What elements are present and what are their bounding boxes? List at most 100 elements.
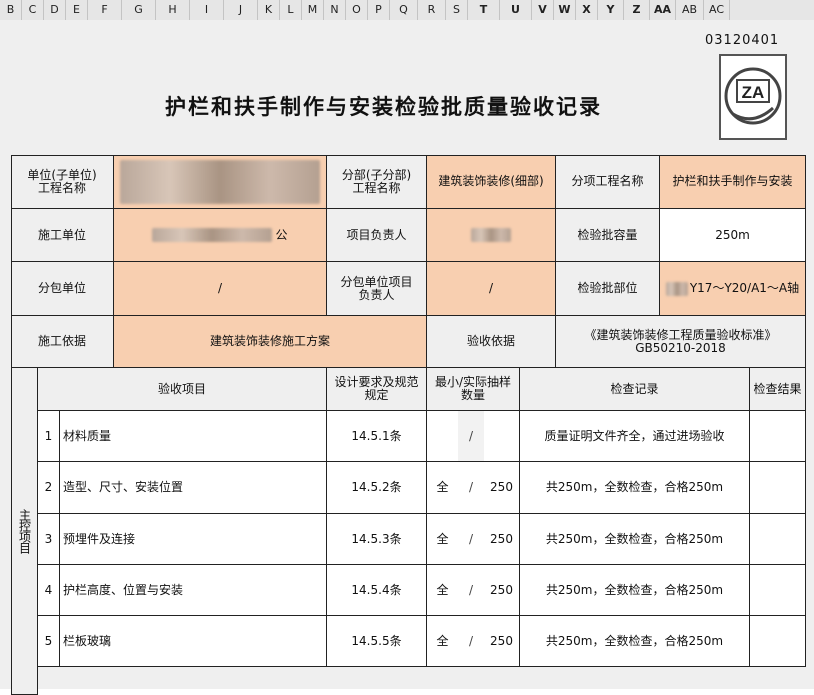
items-header-design: 设计要求及规范规定	[327, 368, 427, 411]
item-actual-sample[interactable]: 250	[484, 462, 520, 514]
batch-capacity-label: 检验批容量	[556, 209, 660, 262]
item-sample-slash: /	[458, 514, 484, 565]
item-record[interactable]: 共250m，全数检查，合格250m	[520, 462, 750, 514]
items-header-sample: 最小/实际抽样数量	[427, 368, 520, 411]
column-header-m[interactable]: M	[302, 0, 324, 20]
items-header-result: 检查结果	[750, 368, 806, 411]
item-actual-sample[interactable]: 250	[484, 616, 520, 667]
column-header-ac[interactable]: AC	[704, 0, 730, 20]
division-label: 分部(子分部) 工程名称	[327, 155, 427, 209]
column-header-j[interactable]: J	[224, 0, 258, 20]
column-header-d[interactable]: D	[44, 0, 66, 20]
column-header-w[interactable]: W	[554, 0, 576, 20]
item-number: 5	[38, 616, 60, 667]
column-header-p[interactable]: P	[368, 0, 390, 20]
item-name: 预埋件及连接	[60, 514, 327, 565]
item-clause: 14.5.5条	[327, 616, 427, 667]
construction-basis-label: 施工依据	[11, 316, 114, 368]
acceptance-basis-value[interactable]: 《建筑装饰装修工程质量验收标准》GB50210-2018	[556, 316, 806, 368]
item-sample-slash: /	[458, 616, 484, 667]
column-header-o[interactable]: O	[346, 0, 368, 20]
column-header-bar: B C D E F G H I J K L M N O P Q R S T U V W X Y Z AA AB AC	[0, 0, 814, 21]
item-result[interactable]	[750, 514, 806, 565]
item-name: 栏板玻璃	[60, 616, 327, 667]
column-header-c[interactable]: C	[22, 0, 44, 20]
subcontractor-value[interactable]: /	[114, 262, 327, 316]
form-code: 03120401	[705, 33, 780, 48]
item-name: 材料质量	[60, 411, 327, 462]
item-record[interactable]: 共250m，全数检查，合格250m	[520, 514, 750, 565]
item-result[interactable]	[750, 616, 806, 667]
column-header-s[interactable]: S	[446, 0, 468, 20]
item-record[interactable]: 共250m，全数检查，合格250m	[520, 616, 750, 667]
svg-text:ZA: ZA	[742, 83, 765, 102]
item-actual-sample[interactable]: 250	[484, 565, 520, 616]
item-number: 1	[38, 411, 60, 462]
column-header-x[interactable]: X	[576, 0, 598, 20]
unit-project-label: 单位(子单位) 工程名称	[11, 155, 114, 209]
project-manager-value[interactable]	[427, 209, 556, 262]
item-number: 4	[38, 565, 60, 616]
column-header-y[interactable]: Y	[598, 0, 624, 20]
main-control-label: 主控项目	[11, 368, 38, 695]
acceptance-basis-label: 验收依据	[427, 316, 556, 368]
item-min-sample[interactable]: 全	[427, 462, 458, 514]
item-actual-sample[interactable]: 250	[484, 514, 520, 565]
item-record[interactable]: 质量证明文件齐全，通过进场验收	[520, 411, 750, 462]
subitem-value[interactable]: 护栏和扶手制作与安装	[660, 155, 806, 209]
column-header-n[interactable]: N	[324, 0, 346, 20]
column-header-r[interactable]: R	[418, 0, 446, 20]
construction-basis-value[interactable]: 建筑装饰装修施工方案	[114, 316, 427, 368]
column-header-f[interactable]: F	[88, 0, 122, 20]
item-result[interactable]	[750, 411, 806, 462]
batch-location-value[interactable]: Y17～Y20/A1～A轴	[660, 262, 806, 316]
construction-unit-value[interactable]: 公	[114, 209, 327, 262]
item-number: 2	[38, 462, 60, 514]
item-record[interactable]: 共250m，全数检查，合格250m	[520, 565, 750, 616]
item-sample-slash: /	[458, 462, 484, 514]
batch-location-label: 检验批部位	[556, 262, 660, 316]
za-logo: ZA	[719, 54, 787, 140]
item-clause: 14.5.3条	[327, 514, 427, 565]
column-header-q[interactable]: Q	[390, 0, 418, 20]
item-actual-sample[interactable]	[484, 411, 520, 462]
item-min-sample[interactable]	[427, 411, 458, 462]
column-header-l[interactable]: L	[280, 0, 302, 20]
division-value[interactable]: 建筑装饰装修(细部)	[427, 155, 556, 209]
construction-unit-label: 施工单位	[11, 209, 114, 262]
item-sample-slash: /	[458, 565, 484, 616]
item-min-sample[interactable]: 全	[427, 616, 458, 667]
column-header-t[interactable]: T	[468, 0, 500, 20]
column-header-aa[interactable]: AA	[650, 0, 676, 20]
project-manager-label: 项目负责人	[327, 209, 427, 262]
column-header-i[interactable]: I	[190, 0, 224, 20]
item-min-sample[interactable]: 全	[427, 565, 458, 616]
item-name: 造型、尺寸、安装位置	[60, 462, 327, 514]
item-clause: 14.5.1条	[327, 411, 427, 462]
items-header-record: 检查记录	[520, 368, 750, 411]
item-result[interactable]	[750, 462, 806, 514]
column-header-z[interactable]: Z	[624, 0, 650, 20]
column-header-b[interactable]: B	[0, 0, 22, 20]
subcontractor-label: 分包单位	[11, 262, 114, 316]
item-name: 护栏高度、位置与安装	[60, 565, 327, 616]
column-header-k[interactable]: K	[258, 0, 280, 20]
batch-capacity-value[interactable]: 250m	[660, 209, 806, 262]
item-min-sample[interactable]: 全	[427, 514, 458, 565]
subitem-label: 分项工程名称	[556, 155, 660, 209]
sub-manager-value[interactable]: /	[427, 262, 556, 316]
item-clause: 14.5.4条	[327, 565, 427, 616]
column-header-g[interactable]: G	[122, 0, 156, 20]
column-header-v[interactable]: V	[532, 0, 554, 20]
page-title: 护栏和扶手制作与安装检验批质量验收记录	[165, 95, 602, 119]
item-result[interactable]	[750, 565, 806, 616]
item-clause: 14.5.2条	[327, 462, 427, 514]
column-header-e[interactable]: E	[66, 0, 88, 20]
column-header-u[interactable]: U	[500, 0, 532, 20]
items-header-item: 验收项目	[38, 368, 327, 411]
unit-project-value[interactable]	[114, 155, 327, 209]
sub-manager-label: 分包单位项目 负责人	[327, 262, 427, 316]
column-header-ab[interactable]: AB	[676, 0, 704, 20]
column-header-h[interactable]: H	[156, 0, 190, 20]
item-sample-slash: /	[458, 411, 484, 462]
